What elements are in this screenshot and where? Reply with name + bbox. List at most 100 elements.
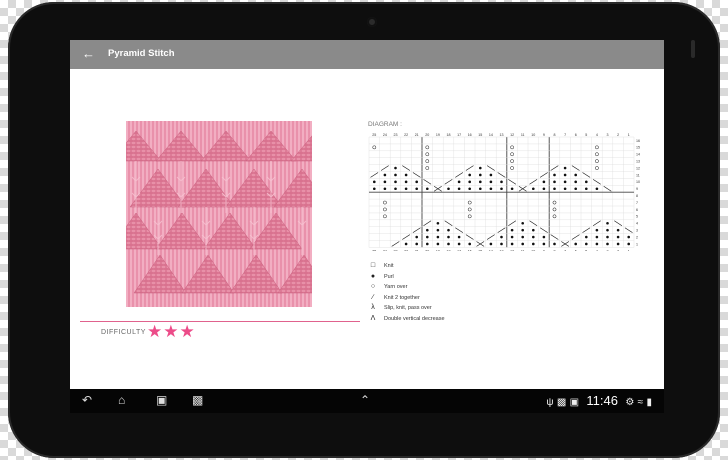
purl-dot	[627, 235, 630, 239]
divider	[80, 321, 360, 322]
yarn-over	[510, 152, 514, 157]
purl-dot	[510, 235, 514, 239]
column-number: 3	[607, 249, 609, 251]
purl-dot	[436, 242, 440, 246]
purl-dot	[521, 221, 524, 225]
purl-dot	[447, 235, 450, 239]
row-number: 1	[636, 242, 638, 246]
k2tog	[592, 220, 601, 226]
purl-dot	[616, 242, 620, 246]
legend: □ Knit ● Purl ○ Yarn over ∕ Knit 2 toget…	[368, 262, 648, 325]
column-number: 10	[531, 133, 535, 137]
skpo	[423, 179, 432, 185]
purl-dot	[553, 173, 556, 177]
column-number: 14	[489, 249, 493, 251]
legend-item: Λ Double vertical decrease	[368, 315, 648, 326]
purl-dot	[373, 180, 376, 184]
column-number: 8	[554, 249, 556, 251]
column-number: 11	[521, 249, 525, 251]
legend-item: ● Purl	[368, 273, 648, 284]
column-number: 9	[543, 133, 545, 137]
purl-dot	[447, 242, 450, 246]
purl-dot	[415, 180, 418, 184]
row-number: 14	[636, 153, 640, 157]
column-number: 19	[436, 133, 440, 137]
slip-knit-pass-icon: λ	[371, 304, 375, 311]
purl-dot	[595, 242, 599, 246]
k2tog	[508, 220, 517, 226]
purl-dot-icon: ●	[370, 272, 376, 280]
column-number: 23	[394, 249, 398, 251]
column-number: 11	[521, 133, 525, 137]
row-number: 9	[636, 187, 638, 191]
column-number: 2	[617, 249, 619, 251]
usb-icon: ψ	[546, 397, 554, 408]
yarn-over	[372, 145, 377, 150]
purl-dot	[585, 235, 588, 239]
legend-item: ∕ Knit 2 together	[368, 294, 648, 305]
purl-dot	[468, 173, 471, 177]
column-number: 16	[468, 249, 472, 251]
purl-dot	[553, 187, 556, 191]
purl-dot	[542, 235, 546, 239]
back-nav-icon[interactable]: ↶	[82, 393, 92, 407]
purl-dot	[457, 242, 461, 246]
legend-item: λ Slip, knit, pass over	[368, 304, 648, 315]
purl-dot	[500, 242, 503, 246]
arrow-left-icon[interactable]: ←	[82, 46, 95, 61]
purl-dot	[574, 180, 577, 184]
column-number: 8	[554, 133, 556, 137]
camera	[367, 17, 377, 27]
legend-item: □ Knit	[368, 262, 648, 273]
column-number: 16	[468, 133, 472, 137]
purl-dot	[500, 187, 503, 191]
yarn-over	[595, 159, 599, 163]
purl-dot	[585, 180, 588, 184]
column-number: 20	[425, 249, 429, 251]
purl-dot	[468, 180, 471, 184]
column-number: 20	[425, 133, 429, 137]
column-number: 15	[478, 249, 482, 251]
skpo	[603, 186, 612, 192]
purl-dot	[457, 180, 461, 184]
screenshot-icon[interactable]: ▩	[192, 393, 203, 407]
purl-dot	[553, 242, 556, 246]
stitch-photo	[126, 121, 312, 307]
column-number: 22	[404, 249, 408, 251]
column-number: 21	[415, 133, 419, 137]
purl-dot	[532, 242, 535, 246]
recent-apps-icon[interactable]: ▣	[156, 393, 167, 407]
purl-dot	[489, 187, 493, 191]
k2tog	[550, 165, 559, 171]
download-icon: ▣	[569, 397, 580, 408]
purl-dot	[373, 187, 376, 191]
skpo	[455, 227, 464, 233]
legend-text: Purl	[384, 273, 394, 280]
yarn-over	[425, 145, 430, 150]
skpo	[550, 234, 559, 240]
row-number: 12	[636, 166, 640, 170]
purl-dot	[574, 187, 577, 191]
column-number: 4	[596, 249, 598, 251]
skpo	[529, 220, 538, 226]
row-number: 3	[636, 228, 638, 232]
yarn-over	[595, 166, 599, 170]
row-number: 13	[636, 159, 640, 163]
k2tog	[380, 165, 389, 171]
skpo	[508, 179, 517, 185]
column-number: 7	[564, 133, 566, 137]
purl-dot	[627, 242, 630, 246]
yarn-over	[552, 200, 557, 205]
chevron-up-icon[interactable]: ⌃	[360, 393, 370, 407]
skpo	[539, 227, 548, 233]
skpo	[497, 172, 506, 178]
purl-dot	[563, 166, 567, 170]
home-nav-icon[interactable]: ⌂	[118, 393, 125, 407]
purl-dot	[426, 235, 429, 239]
purl-dot	[447, 228, 450, 232]
purl-dot	[563, 180, 567, 184]
column-number: 10	[531, 249, 535, 251]
legend-text: Knit	[384, 263, 394, 269]
purl-dot	[394, 166, 397, 170]
column-number: 19	[436, 249, 440, 251]
